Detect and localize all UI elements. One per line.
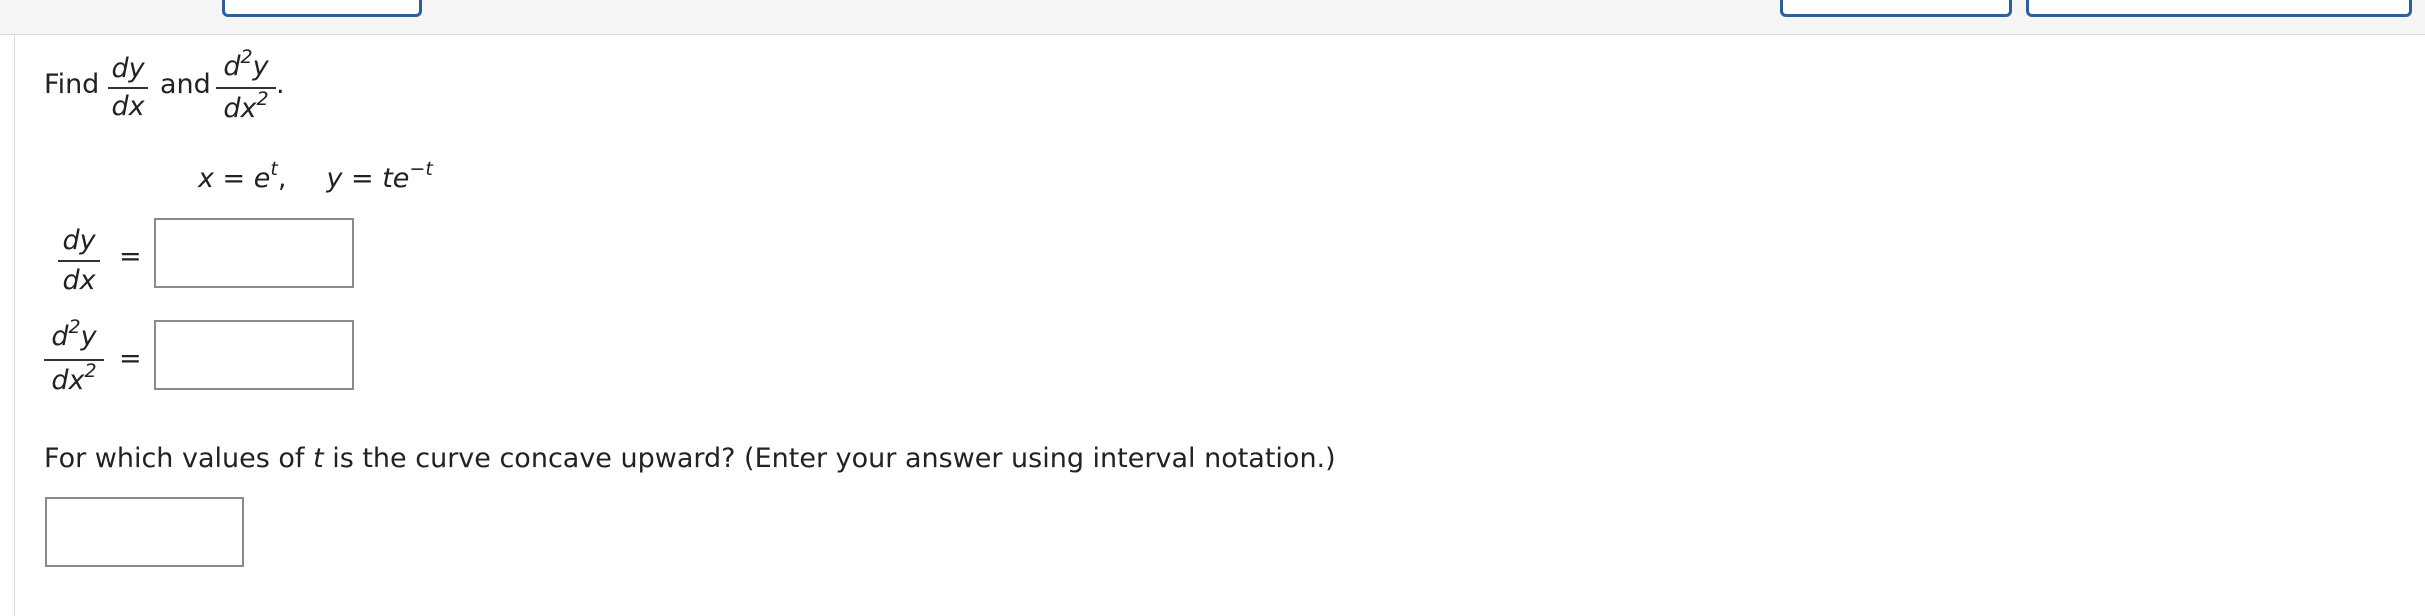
equals-sign: = [119, 241, 142, 272]
fraction-denominator: dx2 [44, 362, 104, 396]
fraction-numerator: dy [111, 53, 145, 84]
y-variable: y [252, 51, 269, 82]
fraction-denominator: dx [111, 91, 145, 122]
fraction-bar [108, 87, 148, 89]
question-variable: t [313, 443, 324, 474]
y-exponent: −t [409, 158, 433, 180]
prompt-find: Find [44, 69, 100, 100]
prompt-period: . [276, 69, 285, 100]
d-symbol: d [51, 321, 69, 352]
prompt-dy-dx-fraction: dy dx [108, 50, 148, 126]
dy-dx-label: dy dx [58, 222, 100, 298]
exponent: 2 [256, 88, 269, 110]
exponent: 2 [240, 46, 253, 68]
toolbar-button[interactable] [222, 0, 422, 17]
y-variable: y [80, 321, 97, 352]
fraction-numerator: d2y [216, 48, 276, 82]
dx-symbol: dx [51, 365, 85, 396]
concavity-question: For which values of t is the curve conca… [44, 444, 1336, 474]
d2y-dx2-label: d2y dx2 [44, 316, 104, 400]
d-symbol: d [223, 51, 241, 82]
dx-symbol: dx [223, 93, 257, 124]
question-text-after: is the curve concave upward? (Enter your… [323, 443, 1336, 474]
separator: , [277, 163, 287, 194]
interval-answer-input[interactable] [45, 497, 244, 567]
prompt-d2y-dx2-fraction: d2y dx2 [216, 48, 276, 128]
exponent: 2 [84, 360, 97, 382]
top-toolbar [0, 0, 2425, 35]
fraction-bar [58, 260, 100, 262]
parametric-equations: x = et, y = te−t [198, 160, 433, 194]
fraction-denominator: dx2 [216, 90, 276, 124]
y-equation: y = te [326, 163, 410, 194]
d2y-dx2-answer-input[interactable] [154, 320, 354, 390]
dy-dx-answer-input[interactable] [154, 218, 354, 288]
toolbar-button[interactable] [1780, 0, 2012, 17]
fraction-numerator: dy [62, 225, 96, 256]
x-equation: x = e [198, 163, 271, 194]
exponent: 2 [68, 316, 81, 338]
x-exponent: t [270, 158, 278, 180]
prompt-and: and [160, 69, 211, 100]
equals-sign: = [119, 343, 142, 374]
toolbar-button[interactable] [2026, 0, 2412, 17]
question-panel [14, 35, 2425, 616]
fraction-denominator: dx [62, 265, 96, 296]
fraction-numerator: d2y [44, 318, 104, 352]
question-text-before: For which values of [44, 443, 314, 474]
